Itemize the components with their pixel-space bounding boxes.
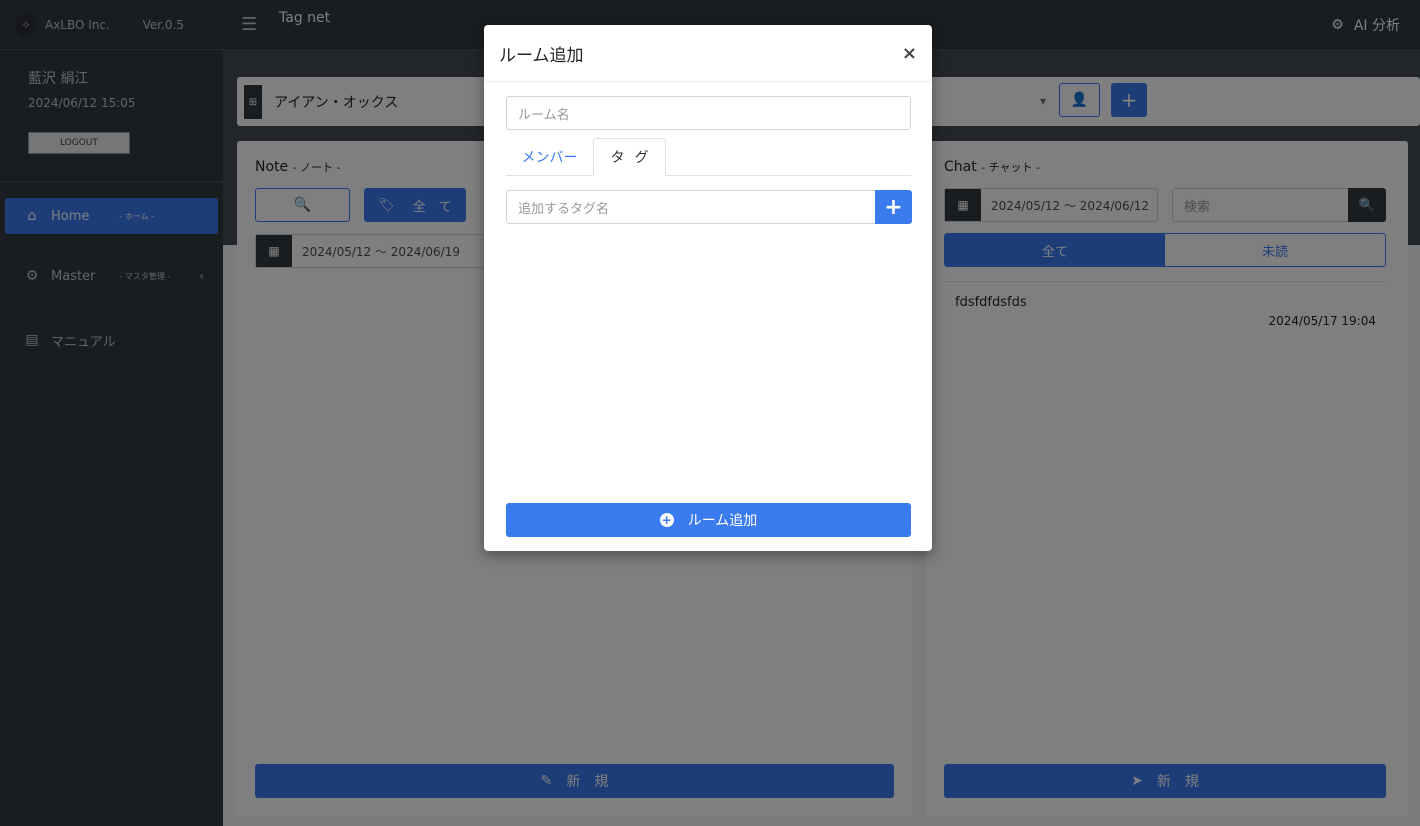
tab-members[interactable]: メンバー <box>506 138 593 176</box>
modal-header: ルーム追加 × <box>484 25 932 82</box>
add-room-modal: ルーム追加 × ルーム名 メンバー タグ 追加するタグ名 + + ルーム追加 <box>484 25 932 551</box>
add-room-submit-button[interactable]: + ルーム追加 <box>506 503 911 537</box>
submit-label: ルーム追加 <box>687 513 758 529</box>
tag-name-input[interactable]: 追加するタグ名 <box>506 190 876 224</box>
room-name-placeholder: ルーム名 <box>518 107 570 123</box>
plus-circle-icon: + <box>659 513 674 527</box>
modal-title: ルーム追加 <box>499 45 584 66</box>
add-tag-button[interactable]: + <box>875 190 912 224</box>
tag-name-placeholder: 追加するタグ名 <box>518 201 610 217</box>
tab-tag[interactable]: タグ <box>593 138 666 176</box>
close-icon[interactable]: × <box>902 43 917 64</box>
modal-tabs: メンバー タグ <box>506 138 911 176</box>
room-name-input[interactable]: ルーム名 <box>506 96 911 130</box>
